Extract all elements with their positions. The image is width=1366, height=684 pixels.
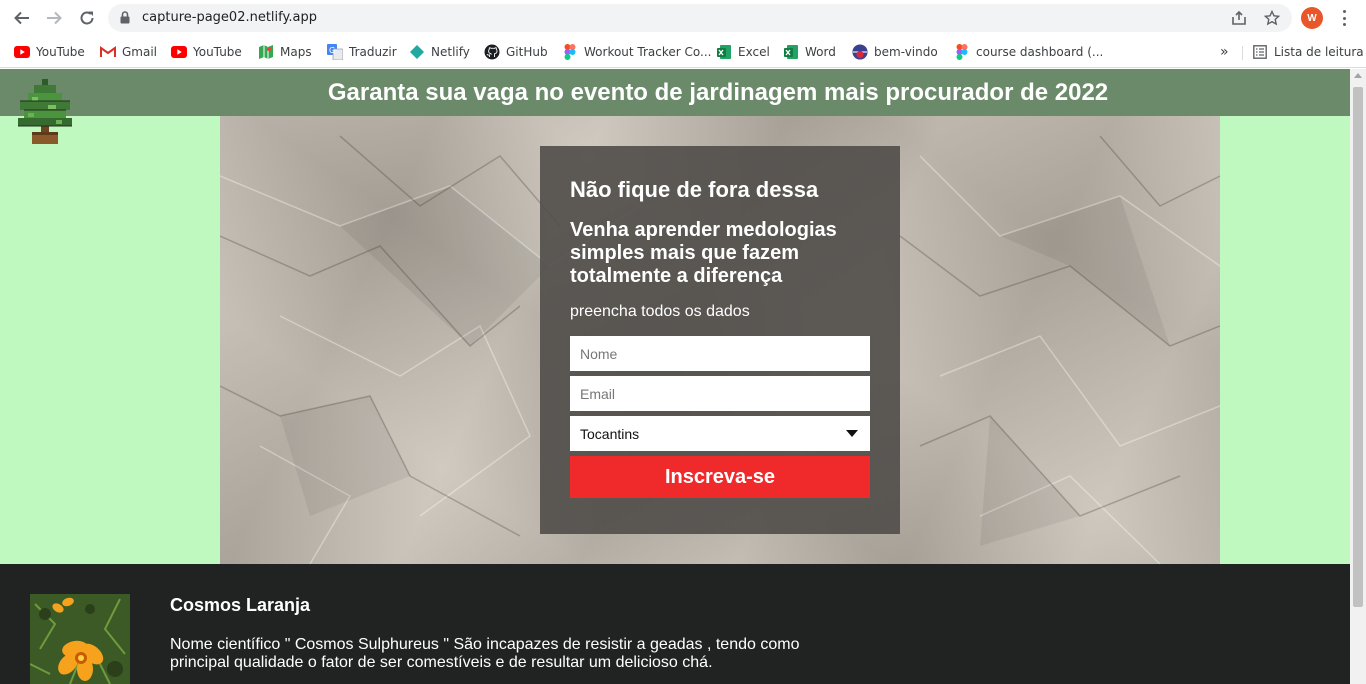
- bookmark-label: Netlify: [431, 45, 470, 59]
- forward-button[interactable]: [42, 6, 66, 30]
- bookmark-label: Workout Tracker Co...: [584, 45, 712, 59]
- form-title: Não fique de fora dessa: [570, 177, 819, 202]
- bookmark-github[interactable]: GitHub: [484, 42, 548, 62]
- reload-icon: [80, 11, 94, 25]
- bookmark-label: YouTube: [193, 45, 242, 59]
- flower-description: Nome científico " Cosmos Sulphureus " Sã…: [170, 636, 800, 671]
- bookmark-traduzir[interactable]: G Traduzir: [327, 42, 397, 62]
- arrow-left-icon: [14, 11, 29, 25]
- bookmark-label: Traduzir: [349, 45, 397, 59]
- share-icon: [1232, 10, 1246, 25]
- translate-icon: G: [327, 44, 343, 60]
- profile-avatar[interactable]: W: [1301, 7, 1323, 29]
- page-viewport: Garanta sua vaga no evento de jardinagem…: [0, 69, 1350, 684]
- youtube-icon: [171, 44, 187, 60]
- caret-down-icon: [846, 430, 858, 437]
- address-bar[interactable]: capture-page02.netlify.app: [108, 4, 1292, 32]
- state-select-value: Tocantins: [580, 425, 640, 442]
- star-icon: [1264, 10, 1280, 26]
- form-hint: preencha todos os dados: [570, 303, 750, 320]
- reload-button[interactable]: [75, 6, 99, 30]
- bookmark-maps[interactable]: Maps: [258, 42, 312, 62]
- bookmark-label: course dashboard (...: [976, 45, 1104, 59]
- svg-text:G: G: [329, 46, 335, 55]
- bookmarks-bar: YouTube Gmail YouTube Maps G Traduzir Ne…: [0, 36, 1366, 68]
- bookmark-youtube-2[interactable]: YouTube: [171, 42, 242, 62]
- bookmark-label: bem-vindo: [874, 45, 938, 59]
- browser-menu-button[interactable]: [1336, 8, 1352, 28]
- bookmark-gmail[interactable]: Gmail: [100, 42, 157, 62]
- bookmark-label: YouTube: [36, 45, 85, 59]
- share-button[interactable]: [1230, 9, 1248, 27]
- scrollbar-thumb[interactable]: [1353, 87, 1363, 607]
- bookmark-label: GitHub: [506, 45, 548, 59]
- youtube-icon: [14, 44, 30, 60]
- maps-icon: [258, 44, 274, 60]
- gmail-icon: [100, 44, 116, 60]
- reading-list-label: Lista de leitura: [1274, 45, 1364, 59]
- more-bookmarks-button[interactable]: »: [1220, 42, 1229, 62]
- netlify-icon: [409, 44, 425, 60]
- scroll-up-arrow-icon[interactable]: [1354, 73, 1362, 78]
- reading-list-button[interactable]: Lista de leitura: [1252, 42, 1364, 62]
- arrow-right-icon: [47, 11, 62, 25]
- bookmark-netlify[interactable]: Netlify: [409, 42, 470, 62]
- excel-icon: [716, 44, 732, 60]
- site-header: Garanta sua vaga no evento de jardinagem…: [0, 69, 1350, 116]
- page-scrollbar[interactable]: [1350, 69, 1366, 684]
- bookmark-label: Word: [805, 45, 836, 59]
- subscribe-button[interactable]: Inscreva-se: [570, 456, 870, 498]
- tree-logo-icon: [18, 79, 72, 144]
- signup-form: Não fique de fora dessa Venha aprender m…: [540, 146, 900, 534]
- url-text: capture-page02.netlify.app: [142, 10, 317, 25]
- hero-section: Não fique de fora dessa Venha aprender m…: [220, 116, 1220, 564]
- bookmark-label: Maps: [280, 45, 312, 59]
- browser-toolbar: capture-page02.netlify.app W: [0, 0, 1366, 36]
- bookmark-youtube-1[interactable]: YouTube: [14, 42, 85, 62]
- flower-title: Cosmos Laranja: [170, 595, 311, 615]
- bookmark-word[interactable]: Word: [783, 42, 836, 62]
- reading-list-icon: [1252, 44, 1268, 60]
- bookmarks-divider: [1242, 46, 1243, 60]
- figma-icon: [954, 44, 970, 60]
- bookmark-star-button[interactable]: [1263, 9, 1281, 27]
- name-input[interactable]: [570, 336, 870, 371]
- bookmark-label: Excel: [738, 45, 770, 59]
- email-input[interactable]: [570, 376, 870, 411]
- header-title: Garanta sua vaga no evento de jardinagem…: [327, 79, 1109, 106]
- back-button[interactable]: [10, 6, 34, 30]
- bookmark-label: Gmail: [122, 45, 158, 59]
- bookmark-course-dashboard[interactable]: course dashboard (...: [954, 42, 1103, 62]
- form-subtitle: Venha aprender medologias simples mais q…: [570, 219, 837, 287]
- state-select[interactable]: Tocantins: [570, 416, 870, 451]
- bookmark-workout-tracker[interactable]: Workout Tracker Co...: [562, 42, 711, 62]
- site-icon: [852, 44, 868, 60]
- lock-icon: [120, 11, 130, 24]
- flower-section: Cosmos Laranja Nome científico " Cosmos …: [0, 564, 1350, 684]
- bookmark-bem-vindo[interactable]: bem-vindo: [852, 42, 938, 62]
- bookmark-excel[interactable]: Excel: [716, 42, 770, 62]
- figma-icon: [562, 44, 578, 60]
- cosmos-flower-image: [30, 594, 130, 684]
- github-icon: [484, 44, 500, 60]
- excel-icon: [783, 44, 799, 60]
